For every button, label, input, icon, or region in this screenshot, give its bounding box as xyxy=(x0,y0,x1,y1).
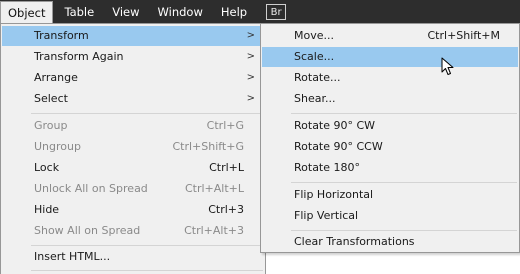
menu-item-label: Rotate 90° CW xyxy=(294,119,376,132)
menu-item-transform-again[interactable]: Transform Again > xyxy=(2,47,264,67)
menu-item-label: Move... xyxy=(294,29,334,42)
menubar-table[interactable]: Table xyxy=(57,1,101,23)
menu-item-label: Insert HTML... xyxy=(34,250,111,263)
menu-item-group[interactable]: Group Ctrl+G xyxy=(2,116,264,136)
menu-item-select[interactable]: Select > xyxy=(2,89,264,109)
submenu-item-rotate-180[interactable]: Rotate 180° xyxy=(262,158,518,178)
chevron-right-icon: > xyxy=(246,72,255,83)
menu-item-shortcut: Ctrl+Alt+3 xyxy=(184,224,244,237)
menu-item-label: Flip Vertical xyxy=(294,209,359,222)
menu-item-label: Group xyxy=(34,119,68,132)
menu-item-label: Rotate 90° CCW xyxy=(294,140,383,153)
menu-item-label: Transform Again xyxy=(34,50,124,63)
menu-item-label: Hide xyxy=(34,203,60,216)
menu-item-label: Clear Transformations xyxy=(294,235,415,248)
menubar-object[interactable]: Object xyxy=(0,1,54,25)
menu-item-label: Lock xyxy=(34,161,60,174)
menu-item-label: Shear... xyxy=(294,92,336,105)
menu-separator xyxy=(31,245,263,246)
menu-item-label: Show All on Spread xyxy=(34,224,141,237)
menu-item-shortcut: Ctrl+3 xyxy=(208,203,244,216)
chevron-right-icon: > xyxy=(246,30,255,41)
submenu-item-shear[interactable]: Shear... xyxy=(262,89,518,109)
menu-item-label: Arrange xyxy=(34,71,78,84)
transform-submenu: Move... Ctrl+Shift+M Scale... Rotate... … xyxy=(260,23,520,253)
menu-separator xyxy=(291,113,517,114)
menu-separator xyxy=(291,182,517,183)
menu-item-label: Transform xyxy=(34,29,89,42)
menu-item-transform[interactable]: Transform > xyxy=(2,26,264,46)
menu-item-arrange[interactable]: Arrange > xyxy=(2,68,264,88)
submenu-item-rotate[interactable]: Rotate... xyxy=(262,68,518,88)
menu-separator xyxy=(31,270,263,271)
menubar-view[interactable]: View xyxy=(105,1,146,23)
menu-item-lock[interactable]: Lock Ctrl+L xyxy=(2,158,264,178)
menu-item-hide[interactable]: Hide Ctrl+3 xyxy=(2,200,264,220)
menu-item-unlock-all-on-spread[interactable]: Unlock All on Spread Ctrl+Alt+L xyxy=(2,179,264,199)
menu-item-label: Rotate... xyxy=(294,71,341,84)
menu-item-label: Flip Horizontal xyxy=(294,188,374,201)
menubar-help[interactable]: Help xyxy=(214,1,254,23)
submenu-item-rotate-90-ccw[interactable]: Rotate 90° CCW xyxy=(262,137,518,157)
submenu-item-flip-vertical[interactable]: Flip Vertical xyxy=(262,206,518,226)
menu-separator xyxy=(291,230,517,231)
object-menu: Transform > Transform Again > Arrange > … xyxy=(0,23,266,274)
submenu-item-scale[interactable]: Scale... xyxy=(262,47,518,67)
menubar-window[interactable]: Window xyxy=(151,1,210,23)
chevron-right-icon: > xyxy=(246,51,255,62)
menu-item-shortcut: Ctrl+Alt+L xyxy=(184,182,244,195)
menu-item-label: Scale... xyxy=(294,50,335,63)
menu-item-label: Select xyxy=(34,92,68,105)
submenu-item-rotate-90-cw[interactable]: Rotate 90° CW xyxy=(262,116,518,136)
menu-item-label: Unlock All on Spread xyxy=(34,182,148,195)
bridge-icon[interactable]: Br xyxy=(266,4,287,20)
submenu-item-clear-transformations[interactable]: Clear Transformations xyxy=(262,232,518,252)
chevron-right-icon: > xyxy=(246,93,255,104)
submenu-item-flip-horizontal[interactable]: Flip Horizontal xyxy=(262,185,518,205)
menu-bar: Object Table View Window Help Br xyxy=(0,0,520,25)
menu-item-label: Rotate 180° xyxy=(294,161,361,174)
menu-item-shortcut: Ctrl+Shift+G xyxy=(172,140,244,153)
menu-item-insert-html[interactable]: Insert HTML... xyxy=(2,247,264,267)
mouse-cursor-icon xyxy=(441,57,454,75)
menu-item-label: Ungroup xyxy=(34,140,81,153)
menu-item-shortcut: Ctrl+L xyxy=(209,161,244,174)
menu-item-show-all-on-spread[interactable]: Show All on Spread Ctrl+Alt+3 xyxy=(2,221,264,241)
submenu-item-move[interactable]: Move... Ctrl+Shift+M xyxy=(262,26,518,46)
menu-separator xyxy=(31,113,263,114)
menu-item-shortcut: Ctrl+G xyxy=(206,119,244,132)
menu-item-ungroup[interactable]: Ungroup Ctrl+Shift+G xyxy=(2,137,264,157)
menu-item-shortcut: Ctrl+Shift+M xyxy=(427,29,501,42)
